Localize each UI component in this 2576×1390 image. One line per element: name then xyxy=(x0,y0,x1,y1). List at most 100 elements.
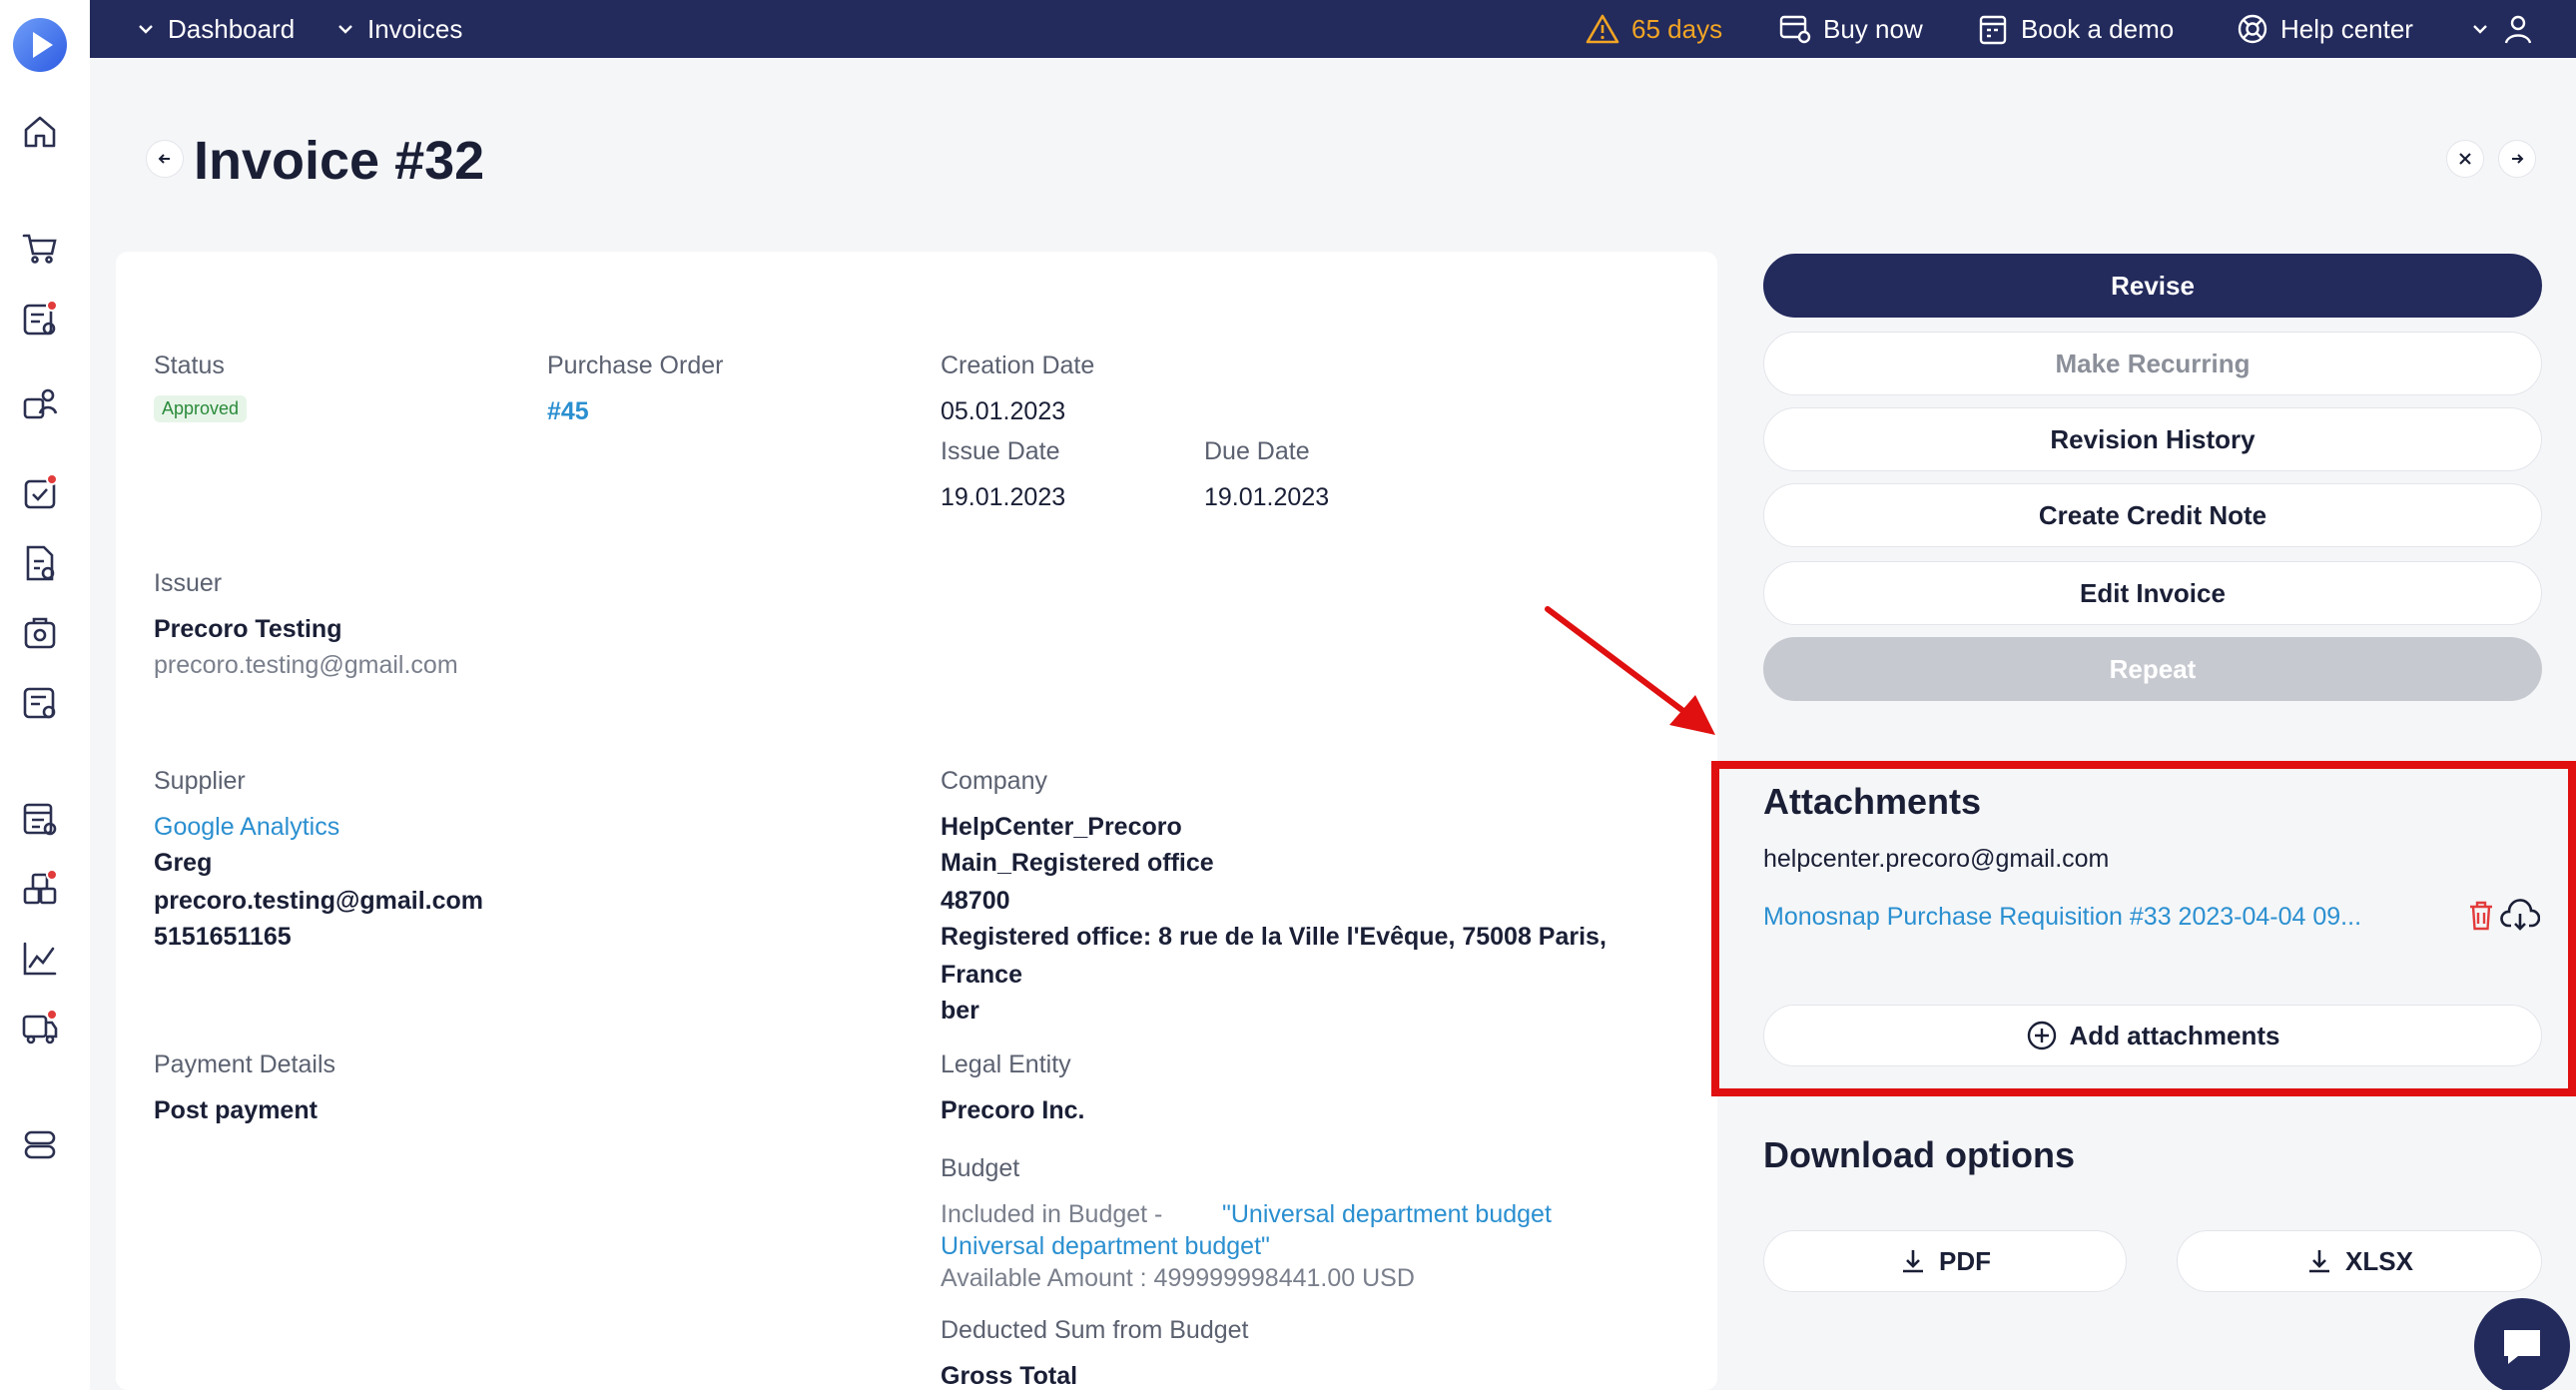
calendar-icon xyxy=(1979,15,2007,45)
chevron-down-icon xyxy=(2473,25,2487,34)
inventory-icon[interactable] xyxy=(20,869,60,909)
download-xlsx-label: XLSX xyxy=(2345,1245,2413,1276)
invoice-details-card: Status Approved Purchase Order #45 Creat… xyxy=(116,252,1717,1390)
company-line: HelpCenter_Precoro xyxy=(941,813,1182,841)
sidebar xyxy=(0,0,90,1390)
download-attachment-button[interactable] xyxy=(2500,899,2541,933)
payment-details-label: Payment Details xyxy=(154,1050,336,1078)
breadcrumb-invoices[interactable]: Invoices xyxy=(335,0,462,58)
users-icon[interactable] xyxy=(20,383,60,423)
supplier-contact: Greg xyxy=(154,849,213,877)
download-icon xyxy=(2309,1250,2330,1273)
company-line: Main_Registered office xyxy=(941,849,1214,877)
close-button[interactable] xyxy=(2446,140,2484,178)
due-date-value: 19.01.2023 xyxy=(1204,483,1330,511)
trial-days-label: 65 days xyxy=(1631,13,1723,44)
chat-widget-button[interactable] xyxy=(2474,1298,2570,1390)
page-title: Invoice #32 xyxy=(194,131,485,191)
company-line: France xyxy=(941,961,1022,989)
attachment-file-link[interactable]: Monosnap Purchase Requisition #33 2023-0… xyxy=(1763,903,2361,932)
issuer-name: Precoro Testing xyxy=(154,615,342,643)
supplier-email: precoro.testing@gmail.com xyxy=(154,887,483,915)
analytics-icon[interactable] xyxy=(20,939,60,979)
precoro-logo[interactable] xyxy=(13,18,67,72)
buy-now-label: Buy now xyxy=(1823,13,1923,44)
delete-attachment-button[interactable] xyxy=(2466,899,2496,933)
top-bar: Dashboard Invoices 65 days Buy now Book … xyxy=(90,0,2576,58)
budget-included-prefix: Included in Budget - xyxy=(941,1200,1163,1228)
budget-available-amount: Available Amount : 499999998441.00 USD xyxy=(941,1264,1415,1292)
payment-details-value: Post payment xyxy=(154,1096,318,1124)
trial-days-indicator[interactable]: 65 days xyxy=(1586,0,1722,58)
purchase-order-label: Purchase Order xyxy=(547,351,724,379)
cart-card-icon xyxy=(1779,15,1811,44)
chevron-down-icon xyxy=(338,25,352,34)
next-button[interactable] xyxy=(2498,140,2536,178)
repeat-button[interactable]: Repeat xyxy=(1763,637,2542,701)
download-pdf-button[interactable]: PDF xyxy=(1763,1230,2127,1292)
buy-now-link[interactable]: Buy now xyxy=(1779,0,1923,58)
company-line: ber xyxy=(941,997,979,1025)
notification-dot xyxy=(46,869,58,881)
invoice-icon[interactable] xyxy=(20,543,60,583)
cloud-download-icon xyxy=(2500,899,2541,931)
deducted-sum-label: Deducted Sum from Budget xyxy=(941,1316,1249,1344)
revise-button[interactable]: Revise xyxy=(1763,254,2542,318)
cart-icon[interactable] xyxy=(20,228,60,268)
arrow-left-icon xyxy=(158,154,170,164)
create-credit-note-button[interactable]: Create Credit Note xyxy=(1763,483,2542,547)
legal-entity-label: Legal Entity xyxy=(941,1050,1071,1078)
book-demo-link[interactable]: Book a demo xyxy=(1979,0,2174,58)
chat-bubble-icon xyxy=(2504,1330,2540,1364)
lifebuoy-icon xyxy=(2238,14,2267,44)
delivery-icon[interactable] xyxy=(20,1009,60,1048)
supplier-link[interactable]: Google Analytics xyxy=(154,813,339,842)
chevron-down-icon xyxy=(139,25,153,34)
issuer-label: Issuer xyxy=(154,569,223,597)
download-pdf-label: PDF xyxy=(1939,1245,1991,1276)
budget-link[interactable]: "Universal department budget xyxy=(1222,1200,1552,1229)
breadcrumb-dashboard[interactable]: Dashboard xyxy=(136,0,295,58)
revision-history-button[interactable]: Revision History xyxy=(1763,407,2542,471)
notification-dot xyxy=(46,473,58,485)
breadcrumb-dashboard-label: Dashboard xyxy=(168,13,296,44)
requisition-icon[interactable] xyxy=(20,300,60,340)
purchase-order-link[interactable]: #45 xyxy=(547,397,589,426)
play-logo-icon xyxy=(33,32,53,58)
notification-dot xyxy=(46,1009,58,1021)
book-demo-label: Book a demo xyxy=(2021,13,2175,44)
company-line: 48700 xyxy=(941,887,1010,915)
issue-date-label: Issue Date xyxy=(941,437,1060,465)
user-menu[interactable] xyxy=(2470,0,2534,58)
trash-icon xyxy=(2470,901,2492,931)
status-label: Status xyxy=(154,351,225,379)
due-date-label: Due Date xyxy=(1204,437,1310,465)
add-attachments-button[interactable]: Add attachments xyxy=(1763,1005,2542,1066)
payments-icon[interactable] xyxy=(20,683,60,723)
budget-link[interactable]: Universal department budget" xyxy=(941,1232,1270,1261)
attachment-uploader-email: helpcenter.precoro@gmail.com xyxy=(1763,845,2110,873)
creation-date-value: 05.01.2023 xyxy=(941,397,1066,425)
edit-invoice-button[interactable]: Edit Invoice xyxy=(1763,561,2542,625)
budget-label: Budget xyxy=(941,1154,1020,1182)
help-center-link[interactable]: Help center xyxy=(2237,0,2413,58)
settings-toggle-icon[interactable] xyxy=(20,1124,60,1164)
breadcrumb-invoices-label: Invoices xyxy=(367,13,463,44)
download-icon xyxy=(1903,1250,1923,1273)
download-xlsx-button[interactable]: XLSX xyxy=(2177,1230,2542,1292)
home-icon[interactable] xyxy=(20,112,60,152)
supplier-label: Supplier xyxy=(154,767,246,795)
user-icon xyxy=(2504,15,2532,44)
status-badge: Approved xyxy=(154,395,248,422)
budget-icon[interactable] xyxy=(20,799,60,839)
annotation-arrow-icon xyxy=(1545,606,1715,735)
app-root: Dashboard Invoices 65 days Buy now Book … xyxy=(0,0,2576,1390)
issuer-email: precoro.testing@gmail.com xyxy=(154,651,458,679)
download-options-title: Download options xyxy=(1763,1134,2075,1175)
back-button[interactable] xyxy=(146,140,184,178)
company-label: Company xyxy=(941,767,1047,795)
add-attachments-label: Add attachments xyxy=(2069,1020,2280,1050)
approval-icon[interactable] xyxy=(20,473,60,513)
make-recurring-button[interactable]: Make Recurring xyxy=(1763,332,2542,395)
receipt-icon[interactable] xyxy=(20,613,60,653)
